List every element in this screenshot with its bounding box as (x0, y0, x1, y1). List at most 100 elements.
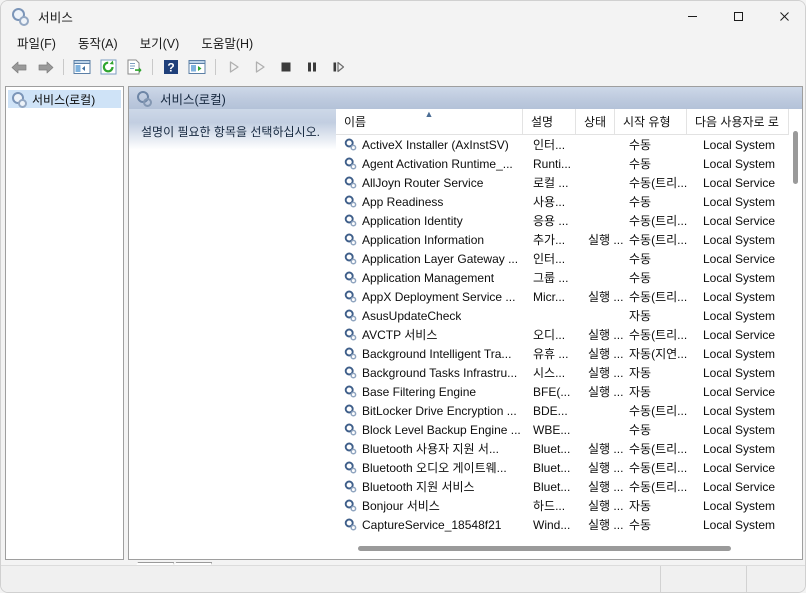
cell-service-name: AllJoyn Router Service (336, 176, 531, 190)
table-row[interactable]: AllJoyn Router Service 로컬 ... 수동(트리... Loca… (336, 173, 802, 192)
cell-description: 응용 ... (533, 214, 569, 228)
start-service-button[interactable] (222, 56, 246, 78)
cell-startup-type: 수동(트리... (629, 176, 688, 190)
table-row[interactable]: AppX Deployment Service ... Micr... 실행 ...… (336, 287, 802, 306)
service-gear-icon (344, 157, 358, 171)
table-row[interactable]: Bluetooth 사용자 지원 서... Bluet... 실행 ... 수동(트리… (336, 439, 802, 458)
menu-file[interactable]: 파일(F) (7, 31, 66, 54)
cell-log-on-as: Local System (703, 517, 776, 532)
export-list-button[interactable] (122, 56, 146, 78)
service-gear-icon (344, 252, 358, 266)
table-row[interactable]: Block Level Backup Engine ... WBE... 수동 Loc… (336, 420, 802, 439)
service-gear-icon (344, 518, 358, 532)
cell-log-on-as: Local System (703, 289, 776, 304)
table-row[interactable]: Application Management 그룹 ... 수동 Local Syst… (336, 268, 802, 287)
service-gear-icon (344, 385, 358, 399)
pause-service-button[interactable] (300, 56, 324, 78)
play-forward-icon (255, 61, 265, 73)
window-controls (669, 1, 805, 31)
cell-status: 실행 ... (588, 480, 624, 494)
show-hide-tree-button[interactable] (70, 56, 94, 78)
cell-service-name: Bonjour 서비스 (336, 497, 531, 514)
cell-log-on-as: Local System (703, 156, 776, 171)
properties-button[interactable] (185, 56, 209, 78)
table-row[interactable]: Bluetooth 지원 서비스 Bluet... 실행 ... 수동(트리... Lo… (336, 477, 802, 496)
table-row[interactable]: ActiveX Installer (AxInstSV) 인터... 수동 Local… (336, 135, 802, 154)
cell-startup-type: 자동 (629, 366, 652, 380)
list-rows: ActiveX Installer (AxInstSV) 인터... 수동 Local… (336, 135, 802, 540)
service-name-label: Background Tasks Infrastru... (362, 365, 518, 380)
horizontal-scrollbar[interactable] (336, 545, 802, 553)
console-tree-pane: 서비스(로컬) (5, 86, 124, 560)
cell-startup-type: 수동 (629, 157, 652, 171)
cell-startup-type: 자동(지연... (629, 347, 688, 361)
cell-log-on-as: Local System (703, 308, 776, 323)
table-row[interactable]: AsusUpdateCheck 자동 Local System (336, 306, 802, 325)
cell-description: BFE(... (533, 384, 571, 399)
column-header-status[interactable]: 상태 (576, 109, 615, 134)
service-name-label: Base Filtering Engine (362, 384, 477, 399)
cell-log-on-as: Local Service (703, 384, 776, 399)
resume-icon (333, 61, 345, 73)
cell-description: 유휴 ... (533, 347, 569, 361)
table-row[interactable]: Agent Activation Runtime_... Runti... 수동 Lo… (336, 154, 802, 173)
cell-description: 추가... (533, 233, 566, 247)
service-name-label: AsusUpdateCheck (362, 308, 462, 323)
menu-action[interactable]: 동작(A) (68, 31, 128, 54)
window-title: 서비스 (38, 10, 74, 25)
cell-log-on-as: Local Service (703, 479, 776, 494)
cell-service-name: CaptureService_18548f21 (336, 518, 531, 532)
table-row[interactable]: BitLocker Drive Encryption ... BDE... 수동(트… (336, 401, 802, 420)
table-row[interactable]: Background Intelligent Tra... 유휴 ... 실행 ..… (336, 344, 802, 363)
cell-description: Wind... (533, 517, 571, 532)
cell-description: BDE... (533, 403, 568, 418)
table-row[interactable]: Base Filtering Engine BFE(... 실행 ... 자동 Loca… (336, 382, 802, 401)
details-pane-header: 서비스(로컬) (129, 87, 802, 109)
service-gear-icon (344, 195, 358, 209)
column-header-label: 시작 유형 (623, 115, 671, 129)
cell-service-name: Base Filtering Engine (336, 385, 531, 399)
cell-description: Runti... (533, 156, 572, 171)
table-row[interactable]: Background Tasks Infrastru... 시스... 실행 ...… (336, 363, 802, 382)
menu-help[interactable]: 도움말(H) (191, 31, 263, 54)
table-row[interactable]: AVCTP 서비스 오디... 실행 ... 수동(트리... Local Servic… (336, 325, 802, 344)
table-row[interactable]: Application Layer Gateway ... 인터... 수동 Loca… (336, 249, 802, 268)
minimize-button[interactable] (669, 1, 715, 31)
table-row[interactable]: Application Information 추가... 실행 ... 수동(트리.… (336, 230, 802, 249)
table-row[interactable]: Bluetooth 오디오 게이트웨... Bluet... 실행 ... 수동(트리… (336, 458, 802, 477)
table-row[interactable]: Bonjour 서비스 하드... 실행 ... 자동 Local System (336, 496, 802, 515)
sidebar-item-services-local[interactable]: 서비스(로컬) (8, 90, 121, 108)
menu-view[interactable]: 보기(V) (130, 31, 190, 54)
column-header-startup-type[interactable]: 시작 유형 (615, 109, 687, 134)
table-row[interactable]: App Readiness 사용... 수동 Local System (336, 192, 802, 211)
back-button[interactable] (7, 56, 31, 78)
forward-button[interactable] (33, 56, 57, 78)
stop-service-button[interactable] (274, 56, 298, 78)
column-header-name[interactable]: ▲ 이름 (336, 109, 523, 134)
service-description-pane: 설명이 필요한 항목을 선택하십시오. (129, 109, 336, 559)
cell-log-on-as: Local Service (703, 327, 776, 342)
maximize-button[interactable] (715, 1, 761, 31)
help-button[interactable]: ? (159, 56, 183, 78)
vertical-scrollbar[interactable] (789, 109, 802, 559)
status-bar (1, 565, 805, 592)
cell-description: 시스... (533, 366, 566, 380)
cell-description: WBE... (533, 422, 571, 437)
refresh-button[interactable] (96, 56, 120, 78)
cell-startup-type: 수동 (629, 252, 652, 266)
close-button[interactable] (761, 1, 805, 31)
tree-pane-icon (73, 60, 91, 74)
table-row[interactable]: Application Identity 응용 ... 수동(트리... Local … (336, 211, 802, 230)
column-header-description[interactable]: 설명 (523, 109, 576, 134)
toolbar: ? (1, 54, 805, 81)
column-header-label: 상태 (584, 115, 607, 129)
service-name-label: Application Management (362, 270, 495, 285)
cell-description: 하드... (533, 499, 566, 513)
cell-log-on-as: Local System (703, 270, 776, 285)
column-header-log-on-as[interactable]: 다음 사용자로 로 (687, 109, 789, 134)
table-row[interactable]: CaptureService_18548f21 Wind... 실행 ... 수동 Lo… (336, 515, 802, 534)
service-name-label: ActiveX Installer (AxInstSV) (362, 137, 509, 152)
cell-status: 실행 ... (588, 442, 624, 456)
resume-service-button[interactable] (326, 56, 350, 78)
restart-service-button[interactable] (248, 56, 272, 78)
